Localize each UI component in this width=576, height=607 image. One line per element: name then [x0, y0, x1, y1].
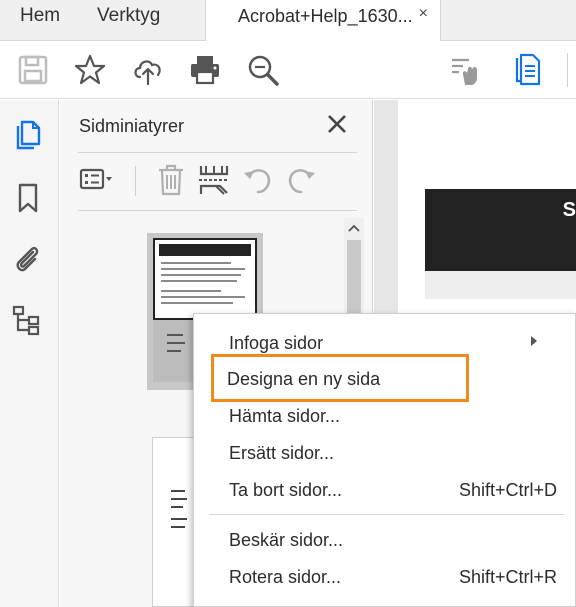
panel-title: Sidminiatyrer [79, 116, 185, 136]
thumbnail-text-line [161, 302, 233, 304]
thumbnail-text-line [161, 274, 241, 276]
banner-text: S [562, 199, 576, 221]
scrollbar-thumb[interactable] [347, 240, 361, 320]
page-thumbnails-icon[interactable] [509, 53, 543, 87]
divider [78, 210, 357, 211]
menu-item-label: Designa en ny sida [227, 369, 381, 389]
divider [78, 152, 357, 153]
insert-page-icon[interactable] [196, 162, 232, 198]
thumbnail-text-line [161, 262, 231, 264]
toolbar [0, 41, 576, 99]
page-thumbnail-image [153, 238, 257, 320]
menu-item-label: Beskär sidor... [229, 530, 344, 550]
rotate-right-icon[interactable] [283, 162, 319, 198]
print-icon[interactable] [188, 53, 222, 87]
thumbnail-text-line [171, 526, 185, 528]
menu-item-shortcut: Shift+Ctrl+R [458, 567, 557, 587]
thumbnail-text-line [167, 350, 181, 352]
rotate-left-icon[interactable] [240, 162, 276, 198]
content-tree-icon[interactable] [12, 304, 44, 336]
thumbnail-text-line [171, 518, 187, 520]
navigation-rail [0, 100, 59, 607]
context-menu: Infoga sidor Designa en ny sida Hämta si… [193, 313, 576, 607]
pointer-hand-icon[interactable] [449, 53, 483, 87]
menu-tab-tools[interactable]: Verktyg [97, 5, 160, 27]
document-subbar [425, 271, 576, 299]
menu-tab-home[interactable]: Hem [20, 5, 60, 27]
menu-item-delete-pages[interactable]: Ta bort sidor... [229, 480, 342, 501]
scroll-up-icon[interactable] [344, 218, 364, 238]
delete-page-icon[interactable] [153, 162, 189, 198]
thumbnail-text-line [161, 290, 221, 292]
thumbnail-text-line [161, 296, 245, 298]
toolbar-divider [567, 53, 568, 87]
menu-item-crop-pages[interactable]: Beskär sidor... [229, 530, 343, 551]
menu-item-extract-pages[interactable]: Hämta sidor... [229, 406, 340, 427]
bookmark-star-icon[interactable] [73, 53, 107, 87]
thumbnail-header-block [159, 244, 251, 256]
menu-bar: Hem Verktyg Acrobat+Help_1630... × [0, 0, 576, 42]
thumbnail-text-line [161, 280, 237, 282]
zoom-search-icon[interactable] [246, 53, 280, 87]
menu-item-replace-pages[interactable]: Ersätt sidor... [229, 443, 334, 464]
thumbnail-text-line [171, 490, 185, 492]
attachment-icon[interactable] [12, 243, 44, 275]
menu-item-label: Infoga sidor [229, 333, 324, 353]
menu-item-shortcut: Shift+Ctrl+D [458, 480, 557, 500]
thumbnail-options-icon[interactable] [78, 162, 114, 198]
thumbnail-text-line [171, 498, 187, 500]
thumbnail-text-line [167, 334, 183, 336]
panel-toolbar [78, 162, 357, 202]
menu-item-design-new-page[interactable]: Designa en ny sida [227, 369, 380, 390]
menu-item-label: Ta bort sidor... [229, 480, 343, 500]
thumbnail-text-line [161, 268, 245, 270]
close-tab-icon[interactable]: × [419, 5, 428, 23]
menu-item-label: Hämta sidor... [229, 406, 341, 426]
divider [135, 166, 136, 196]
save-icon[interactable] [16, 53, 50, 87]
cloud-upload-icon[interactable] [131, 53, 165, 87]
menu-item-insert-pages[interactable]: Infoga sidor [229, 333, 323, 354]
submenu-arrow-icon [531, 336, 537, 346]
document-tab[interactable]: Acrobat+Help_1630... × [205, 0, 441, 42]
document-banner: S [425, 189, 576, 271]
menu-item-label: Rotera sidor... [229, 567, 342, 587]
bookmark-icon[interactable] [12, 182, 44, 214]
menu-item-label: Ersätt sidor... [229, 443, 335, 463]
menu-item-rotate-pages[interactable]: Rotera sidor... [229, 567, 341, 588]
thumbnail-text-line [171, 506, 183, 508]
menu-separator [209, 514, 564, 515]
page-thumbnails-icon[interactable] [12, 120, 44, 152]
close-panel-icon[interactable] [323, 110, 351, 138]
thumbnail-text-line [167, 342, 185, 344]
document-tab-title: Acrobat+Help_1630... [238, 6, 413, 26]
